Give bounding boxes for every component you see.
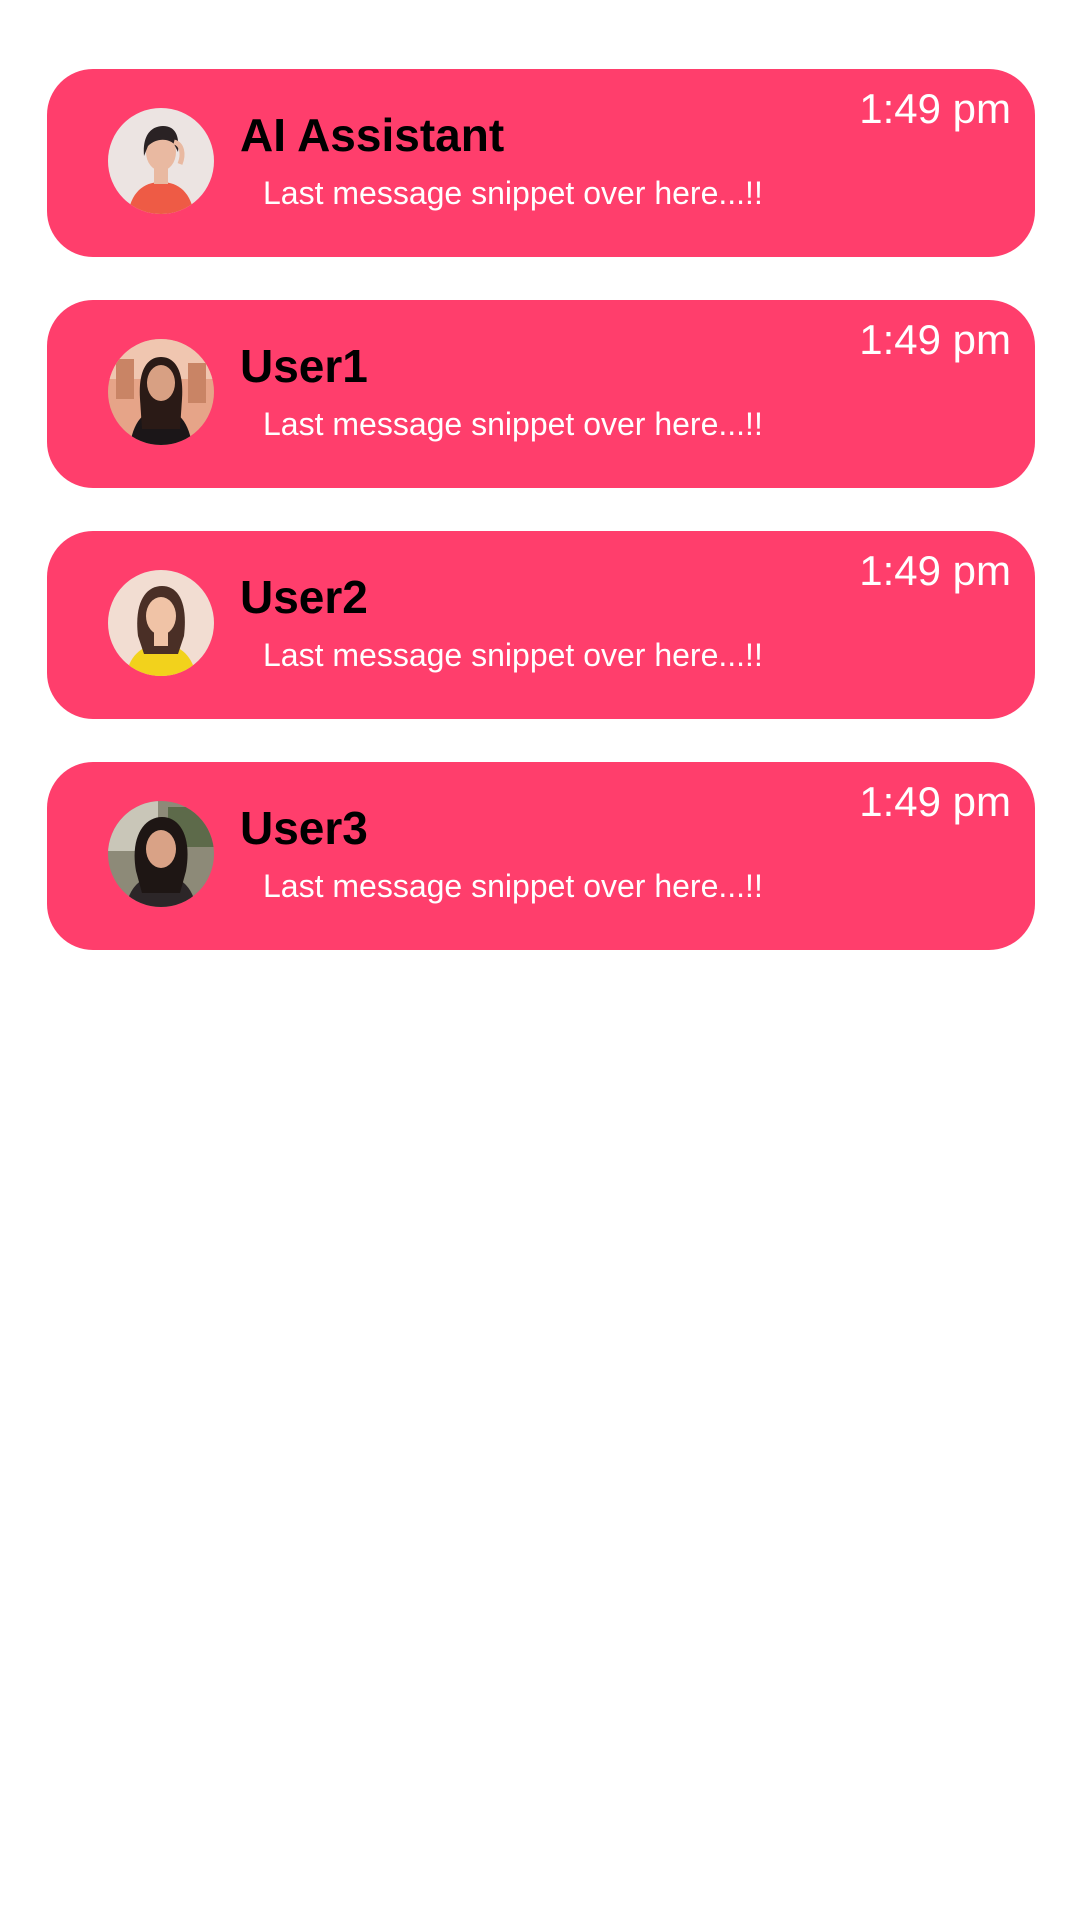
- chat-snippet: Last message snippet over here...!!: [263, 175, 763, 211]
- chat-item-ai-assistant[interactable]: AI Assistant Last message snippet over h…: [47, 69, 1035, 257]
- chat-time: 1:49 pm: [859, 316, 1011, 363]
- chat-name: User2: [240, 571, 368, 623]
- chat-item-user3[interactable]: User3 Last message snippet over here...!…: [47, 762, 1035, 950]
- avatar[interactable]: [108, 339, 214, 445]
- chat-name: User1: [240, 340, 368, 392]
- avatar-photo-user3: [108, 801, 214, 907]
- chat-name: User3: [240, 802, 368, 854]
- chat-time: 1:49 pm: [859, 778, 1011, 825]
- avatar-photo-user2: [108, 570, 214, 676]
- avatar-photo-ai-assistant: [108, 108, 214, 214]
- chat-item-user1[interactable]: User1 Last message snippet over here...!…: [47, 300, 1035, 488]
- chat-snippet: Last message snippet over here...!!: [263, 868, 763, 904]
- avatar-photo-user1: [108, 339, 214, 445]
- avatar[interactable]: [108, 570, 214, 676]
- chat-time: 1:49 pm: [859, 85, 1011, 132]
- chat-name: AI Assistant: [240, 109, 505, 161]
- avatar[interactable]: [108, 108, 214, 214]
- chat-item-user2[interactable]: User2 Last message snippet over here...!…: [47, 531, 1035, 719]
- chat-time: 1:49 pm: [859, 547, 1011, 594]
- chat-snippet: Last message snippet over here...!!: [263, 637, 763, 673]
- chat-list: AI Assistant Last message snippet over h…: [47, 69, 1035, 993]
- chat-snippet: Last message snippet over here...!!: [263, 406, 763, 442]
- avatar[interactable]: [108, 801, 214, 907]
